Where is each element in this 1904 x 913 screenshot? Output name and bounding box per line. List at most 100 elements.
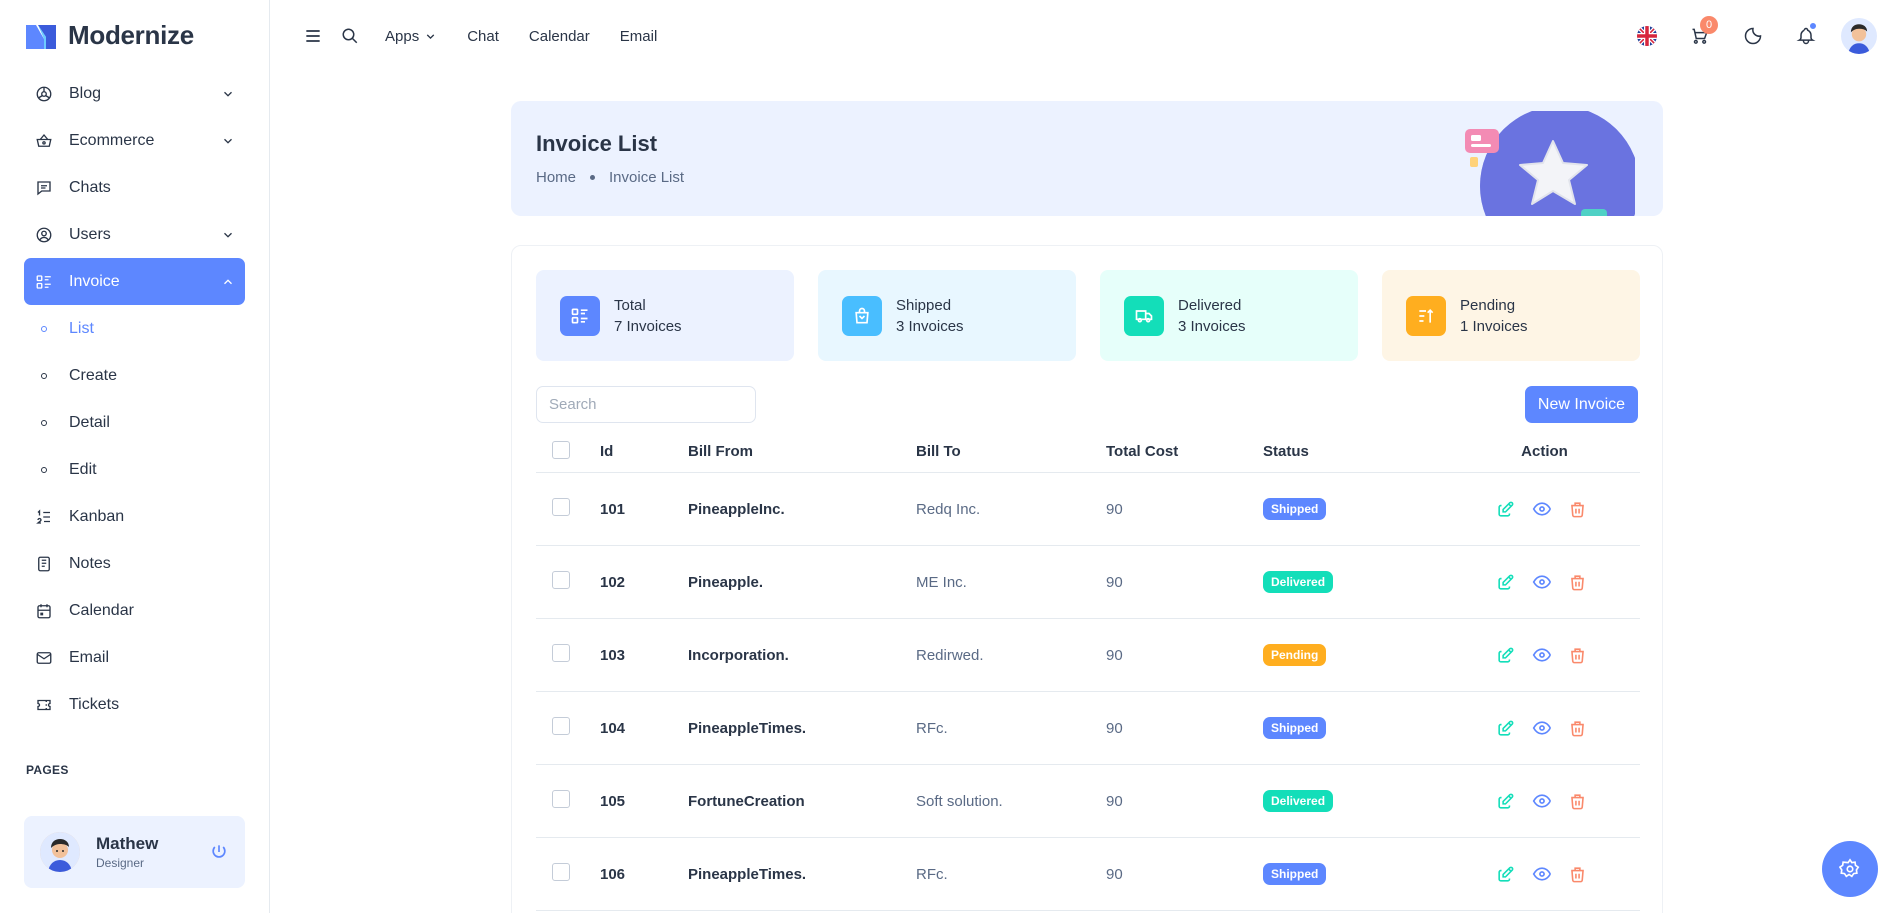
sidebar-subitem-list[interactable]: List	[24, 305, 245, 352]
breadcrumb-card: Invoice List Home Invoice List	[511, 101, 1663, 216]
user-avatar-button[interactable]	[1839, 16, 1879, 56]
edit-icon[interactable]	[1496, 791, 1516, 811]
top-header: Apps Chat Calendar Email 0	[271, 0, 1904, 72]
menu-icon[interactable]	[303, 26, 323, 46]
settings-icon	[1839, 858, 1860, 878]
trash-icon[interactable]	[1568, 718, 1588, 738]
row-checkbox[interactable]	[552, 790, 570, 808]
status-badge: Pending	[1263, 644, 1327, 666]
trash-icon[interactable]	[1568, 791, 1588, 811]
breadcrumb-illustration	[1465, 111, 1635, 216]
breadcrumb-home-link[interactable]: Home	[536, 169, 576, 186]
avatar	[1841, 18, 1877, 54]
brand-logo[interactable]: Modernize	[24, 20, 194, 51]
chevron-down-icon	[426, 33, 435, 39]
sidebar-item-tickets[interactable]: Tickets	[24, 681, 245, 728]
trash-icon[interactable]	[1568, 572, 1588, 592]
search-input[interactable]	[549, 396, 748, 413]
eye-icon[interactable]	[1532, 499, 1552, 519]
edit-icon[interactable]	[1496, 864, 1516, 884]
column-header-bill-to[interactable]: Bill To	[916, 443, 1106, 460]
edit-icon[interactable]	[1496, 499, 1516, 519]
bill-from: PineappleTimes.	[688, 719, 807, 737]
stat-title: Shipped	[896, 296, 952, 314]
profile-name: Mathew	[96, 834, 159, 853]
status-badge: Shipped	[1263, 498, 1327, 520]
stat-delivered[interactable]: Delivered 3 Invoices	[1100, 270, 1358, 361]
language-button[interactable]	[1627, 16, 1667, 56]
eye-icon[interactable]	[1532, 645, 1552, 665]
row-checkbox[interactable]	[552, 717, 570, 735]
trash-icon[interactable]	[1568, 499, 1588, 519]
column-header-bill-from[interactable]: Bill From	[688, 443, 916, 460]
sort-ascending-icon	[1406, 295, 1446, 336]
invoice-table: Id Bill From Bill To Total Cost Status A…	[536, 431, 1640, 911]
search-icon[interactable]	[341, 27, 359, 45]
eye-icon[interactable]	[1532, 718, 1552, 738]
eye-icon[interactable]	[1532, 572, 1552, 592]
header-apps-label: Apps	[385, 27, 420, 45]
table-header-row: Id Bill From Bill To Total Cost Status A…	[536, 431, 1640, 473]
status-badge: Shipped	[1263, 717, 1327, 739]
sidebar-item-label: Calendar	[69, 601, 134, 619]
bill-to: Soft solution.	[916, 792, 1003, 810]
column-header-total-cost[interactable]: Total Cost	[1106, 443, 1263, 460]
invoice-id: 105	[600, 792, 626, 810]
column-header-action: Action	[1521, 443, 1568, 460]
sidebar-nav: Blog Ecommerce Chats Users Invoice List	[24, 70, 245, 728]
stat-pending[interactable]: Pending 1 Invoices	[1382, 270, 1640, 361]
bill-to: RFc.	[916, 865, 948, 883]
column-header-status[interactable]: Status	[1263, 443, 1443, 460]
row-checkbox[interactable]	[552, 498, 570, 516]
column-header-id[interactable]: Id	[600, 443, 688, 460]
header-apps-dropdown[interactable]: Apps	[385, 28, 437, 45]
notifications-button[interactable]	[1786, 16, 1826, 56]
theme-toggle-button[interactable]	[1733, 16, 1773, 56]
customizer-button[interactable]	[1822, 841, 1878, 897]
list-details-icon	[34, 272, 54, 292]
edit-icon[interactable]	[1496, 645, 1516, 665]
power-icon[interactable]	[209, 842, 229, 862]
sidebar-item-email[interactable]: Email	[24, 634, 245, 681]
uk-flag-icon	[1637, 26, 1657, 46]
circle-icon	[34, 413, 54, 433]
shopping-bag-icon	[842, 295, 882, 336]
eye-icon[interactable]	[1532, 864, 1552, 884]
header-link-chat[interactable]: Chat	[467, 28, 499, 45]
sidebar-item-label: Users	[69, 225, 111, 243]
row-checkbox[interactable]	[552, 571, 570, 589]
sidebar-item-kanban[interactable]: Kanban	[24, 493, 245, 540]
chevron-down-icon	[224, 138, 232, 144]
sidebar-item-calendar[interactable]: Calendar	[24, 587, 245, 634]
sidebar-item-ecommerce[interactable]: Ecommerce	[24, 117, 245, 164]
avatar	[40, 832, 80, 872]
sidebar-item-users[interactable]: Users	[24, 211, 245, 258]
bill-to: Redq Inc.	[916, 500, 981, 518]
sidebar-item-chats[interactable]: Chats	[24, 164, 245, 211]
row-checkbox[interactable]	[552, 863, 570, 881]
header-link-calendar[interactable]: Calendar	[529, 28, 590, 45]
select-all-checkbox[interactable]	[552, 440, 570, 459]
table-row: 105 FortuneCreation Soft solution. 90 Delive…	[536, 765, 1640, 838]
sidebar-item-invoice[interactable]: Invoice	[24, 258, 245, 305]
invoice-id: 103	[600, 646, 626, 664]
stat-total[interactable]: Total 7 Invoices	[536, 270, 794, 361]
trash-icon[interactable]	[1568, 864, 1588, 884]
sidebar-item-blog[interactable]: Blog	[24, 70, 245, 117]
header-link-email[interactable]: Email	[620, 28, 658, 45]
edit-icon[interactable]	[1496, 572, 1516, 592]
eye-icon[interactable]	[1532, 791, 1552, 811]
sidebar-subitem-create[interactable]: Create	[24, 352, 245, 399]
edit-icon[interactable]	[1496, 718, 1516, 738]
breadcrumb-separator	[590, 175, 596, 180]
sidebar-item-notes[interactable]: Notes	[24, 540, 245, 587]
stat-value: 1 Invoices	[1460, 317, 1528, 335]
new-invoice-button[interactable]: New Invoice	[1525, 386, 1638, 423]
cart-button[interactable]: 0	[1680, 16, 1720, 56]
sidebar-subitem-edit[interactable]: Edit	[24, 446, 245, 493]
row-checkbox[interactable]	[552, 644, 570, 662]
trash-icon[interactable]	[1568, 645, 1588, 665]
stat-shipped[interactable]: Shipped 3 Invoices	[818, 270, 1076, 361]
sidebar-subitem-detail[interactable]: Detail	[24, 399, 245, 446]
sidebar-item-label: Kanban	[69, 507, 125, 525]
